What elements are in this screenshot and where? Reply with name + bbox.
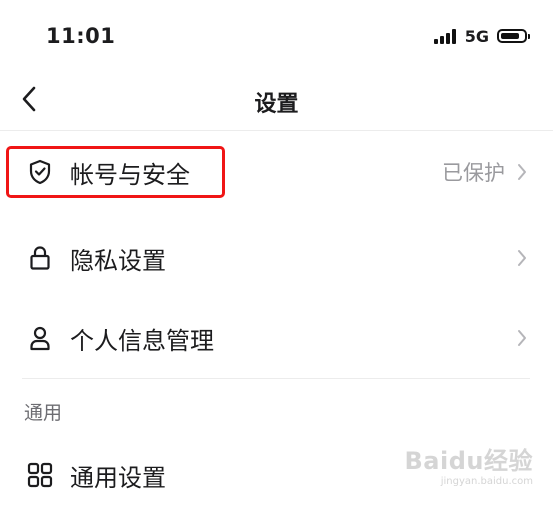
nav-bar: 设置	[0, 70, 553, 131]
shield-check-icon	[26, 158, 54, 186]
settings-item-label: 隐私设置	[70, 246, 166, 275]
watermark-url: jingyan.baidu.com	[440, 476, 533, 487]
settings-item-label: 帐号与安全	[70, 160, 190, 189]
watermark-logo: Baidu经验	[404, 447, 533, 475]
chevron-right-icon	[515, 161, 529, 183]
settings-item-account-security[interactable]: 帐号与安全 已保护	[0, 133, 553, 211]
lock-icon	[26, 244, 54, 272]
settings-item-label: 通用设置	[70, 463, 166, 492]
section-divider	[22, 378, 530, 379]
chevron-right-icon	[515, 327, 529, 349]
section-title-general: 通用	[24, 402, 63, 424]
status-indicators: 5G	[433, 26, 530, 46]
battery-icon	[497, 29, 530, 43]
watermark: Baidu经验 jingyan.baidu.com	[405, 441, 533, 487]
person-icon	[26, 324, 54, 352]
settings-item-privacy[interactable]: 隐私设置	[0, 219, 553, 297]
status-time: 11:01	[46, 24, 116, 48]
page-title: 设置	[254, 92, 299, 117]
grid-icon	[26, 461, 54, 489]
chevron-right-icon	[515, 247, 529, 269]
network-label: 5G	[464, 26, 489, 46]
signal-icon	[433, 28, 458, 44]
battery-level	[501, 33, 519, 39]
settings-item-label: 个人信息管理	[70, 326, 214, 355]
status-bar: 11:01 5G	[0, 0, 553, 70]
protection-status: 已保护	[442, 161, 505, 185]
settings-item-personal-info[interactable]: 个人信息管理	[0, 299, 553, 377]
